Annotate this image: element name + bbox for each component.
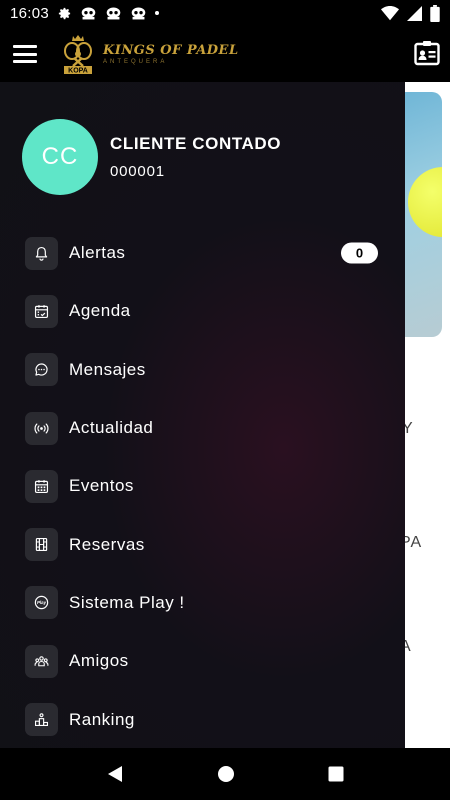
menu-item-label: Alertas xyxy=(69,243,126,263)
more-notifications-dot xyxy=(155,11,160,15)
system-navigation-bar xyxy=(0,748,450,800)
menu-hamburger-icon[interactable] xyxy=(13,45,37,63)
svg-text:Play: Play xyxy=(37,601,47,606)
menu-item-label: Reservas xyxy=(69,534,145,554)
calendar-check-icon xyxy=(25,294,58,328)
calendar-grid-icon xyxy=(25,469,58,503)
menu-item-label: Amigos xyxy=(69,651,129,671)
menu-item-label: Mensajes xyxy=(69,359,146,379)
menu-item-label: Sistema Play ! xyxy=(69,592,185,612)
broadcast-icon xyxy=(25,411,58,445)
menu-item-eventos[interactable]: Eventos xyxy=(0,457,405,515)
menu-item-label: Eventos xyxy=(69,476,134,496)
menu-item-label: Agenda xyxy=(69,301,131,321)
menu-item-reservas[interactable]: Reservas xyxy=(0,515,405,573)
bell-icon xyxy=(25,236,58,270)
menu-item-sistema-play[interactable]: Play Sistema Play ! xyxy=(0,574,405,632)
film-strip-icon xyxy=(25,528,58,562)
menu-item-ranking[interactable]: Ranking xyxy=(0,690,405,748)
menu-item-alertas[interactable]: Alertas 0 xyxy=(0,224,405,282)
recents-square-icon[interactable] xyxy=(328,766,344,782)
wifi-icon xyxy=(381,5,399,20)
status-bar: 16:03 xyxy=(0,0,450,26)
group-icon xyxy=(25,644,58,678)
alerts-count-badge: 0 xyxy=(341,242,378,264)
user-name: CLIENTE CONTADO xyxy=(110,134,282,153)
play-badge-icon: Play xyxy=(25,586,58,620)
navigation-drawer: CC CLIENTE CONTADO 000001 Alertas 0 Agen… xyxy=(0,82,405,748)
user-profile-header[interactable]: CC CLIENTE CONTADO 000001 xyxy=(22,119,281,195)
app-notification-icon xyxy=(106,7,121,19)
chat-bubble-icon xyxy=(25,353,58,387)
logo-subtitle: ANTEQUERA xyxy=(103,58,168,65)
id-card-icon[interactable] xyxy=(414,40,440,66)
menu-item-amigos[interactable]: Amigos xyxy=(0,632,405,690)
back-triangle-icon[interactable] xyxy=(106,765,124,783)
padel-rackets-crest-icon: KOPA xyxy=(64,35,92,75)
logo-badge-text: KOPA xyxy=(68,68,88,75)
logo-title: KINGS OF PADEL xyxy=(103,42,239,58)
signal-icon xyxy=(407,5,422,21)
menu-item-label: Actualidad xyxy=(69,418,154,438)
app-notification-icon xyxy=(131,7,146,19)
menu-item-label: Ranking xyxy=(69,709,135,729)
tennis-ball-image xyxy=(408,167,442,237)
settings-gear-icon xyxy=(58,7,71,19)
menu-item-agenda[interactable]: Agenda xyxy=(0,282,405,340)
notification-icons xyxy=(57,6,160,21)
home-circle-icon[interactable] xyxy=(217,765,235,783)
kings-of-padel-logo: KOPA KINGS OF PADEL ANTEQUERA xyxy=(59,33,239,75)
app-notification-icon xyxy=(81,7,96,19)
app-bar: KOPA KINGS OF PADEL ANTEQUERA xyxy=(0,26,450,82)
menu-item-actualidad[interactable]: Actualidad xyxy=(0,399,405,457)
battery-icon xyxy=(430,4,440,22)
drawer-menu: Alertas 0 Agenda Mensajes Actualidad Eve… xyxy=(0,224,405,749)
podium-icon xyxy=(25,703,58,737)
avatar[interactable]: CC xyxy=(22,119,98,195)
user-id: 000001 xyxy=(110,163,165,180)
menu-item-mensajes[interactable]: Mensajes xyxy=(0,341,405,399)
status-time: 16:03 xyxy=(10,4,50,22)
